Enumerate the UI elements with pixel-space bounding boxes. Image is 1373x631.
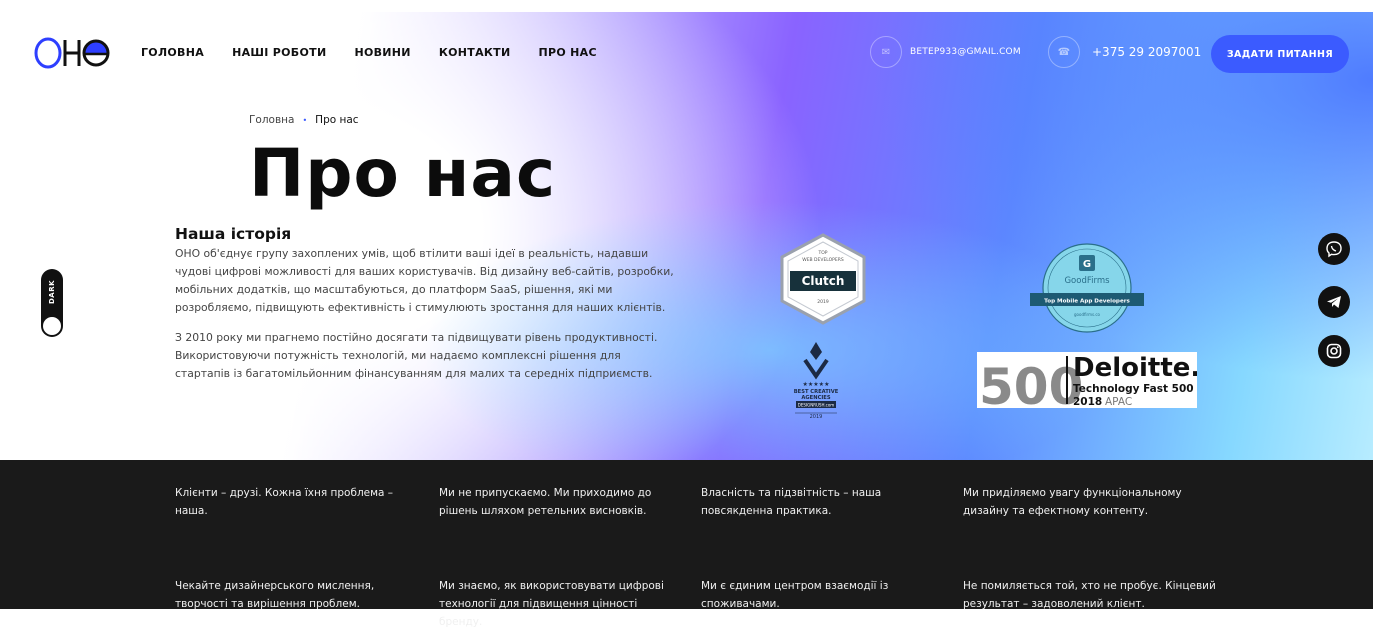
viber-icon[interactable] [1318,233,1350,265]
breadcrumb-separator: • [302,115,308,125]
designrush-badge: ★★★★★ BEST CREATIVE AGENCIES DESIGNRUSH.… [781,338,851,428]
breadcrumb: Головна • Про нас [249,114,359,126]
breadcrumb-home[interactable]: Головна [249,114,294,126]
main-nav: ГОЛОВНА НАШІ РОБОТИ НОВИНИ КОНТАКТИ ПРО … [141,46,625,59]
nav-contacts[interactable]: КОНТАКТИ [439,46,511,59]
value-item: Ми не припускаємо. Ми приходимо до рішен… [439,487,652,517]
svg-text:G: G [1083,259,1091,270]
history-heading: Наша історія [175,225,292,243]
value-item: Ми є єдиним центром взаємодії із спожива… [701,580,889,610]
value-item: Ми знаємо, як використовувати цифрові те… [439,580,664,628]
logo-mark [34,37,110,69]
telegram-icon[interactable] [1318,286,1350,318]
dark-toggle-label: DARK [48,279,56,305]
email-contact[interactable]: ✉ BETEP933@GMAIL.COM [870,36,1021,68]
value-item: Ми приділяємо увагу функціональному диза… [963,487,1182,517]
deloitte-year: 2018 [1073,396,1102,408]
designrush-site: DESIGNRUSH.com [798,403,835,408]
clutch-top: TOP [817,250,827,256]
goodfirms-ribbon: Top Mobile App Developers [1044,299,1130,305]
designrush-line2: AGENCIES [801,395,830,401]
clutch-badge: TOP WEB DEVELOPERS Clutch 2019 [778,233,868,329]
goodfirms-badge: G GoodFirms Top Mobile App Developers go… [1028,237,1146,343]
designrush-stars: ★★★★★ [803,381,830,388]
designrush-year: 2019 [810,414,823,420]
deloitte-name: Deloitte. [1073,353,1197,383]
phone-text: +375 29 2097001 [1092,45,1202,59]
value-item: Клієнти – друзі. Кожна їхня проблема – н… [175,487,394,517]
deloitte-badge: 500 Deloitte. Technology Fast 500 2018 A… [977,352,1200,416]
value-item: Власність та підзвітність – наша повсякд… [701,487,882,517]
nav-news[interactable]: НОВИНИ [354,46,410,59]
breadcrumb-current: Про нас [315,114,359,126]
top-edge [0,0,1373,12]
toggle-knob [43,317,61,335]
phone-icon: ☎ [1048,36,1080,68]
nav-about[interactable]: ПРО НАС [539,46,597,59]
value-item: Чекайте дизайнерського мислення, творчос… [175,580,375,610]
deloitte-region: APAC [1105,396,1132,408]
values-section: Клієнти – друзі. Кожна їхня проблема – н… [0,460,1373,628]
email-text: BETEP933@GMAIL.COM [910,47,1021,57]
nav-home[interactable]: ГОЛОВНА [141,46,204,59]
history-paragraph-1: ОНО об'єднує групу захоплених умів, щоб … [175,247,674,314]
nav-our-works[interactable]: НАШІ РОБОТИ [232,46,326,59]
logo[interactable] [34,36,110,70]
clutch-year: 2019 [817,299,829,305]
history-paragraph-2: З 2010 року ми прагнемо постійно досягат… [175,331,658,380]
dark-mode-toggle[interactable]: DARK [41,269,63,337]
page-title: Про нас [249,135,557,212]
clutch-sub: WEB DEVELOPERS [802,257,844,263]
mail-icon: ✉ [870,36,902,68]
history-section: Наша історія ОНО об'єднує групу захоплен… [175,225,675,395]
phone-contact[interactable]: ☎ +375 29 2097001 [1048,36,1201,68]
instagram-icon[interactable] [1318,335,1350,367]
goodfirms-name: GoodFirms [1064,276,1110,286]
value-item: Не помиляється той, хто не пробує. Кінце… [963,580,1216,610]
clutch-name: Clutch [802,274,845,288]
goodfirms-site: goodfirms.co [1074,312,1101,317]
deloitte-line1: Technology Fast 500 [1073,383,1194,395]
ask-question-button[interactable]: ЗАДАТИ ПИТАННЯ [1211,35,1349,73]
